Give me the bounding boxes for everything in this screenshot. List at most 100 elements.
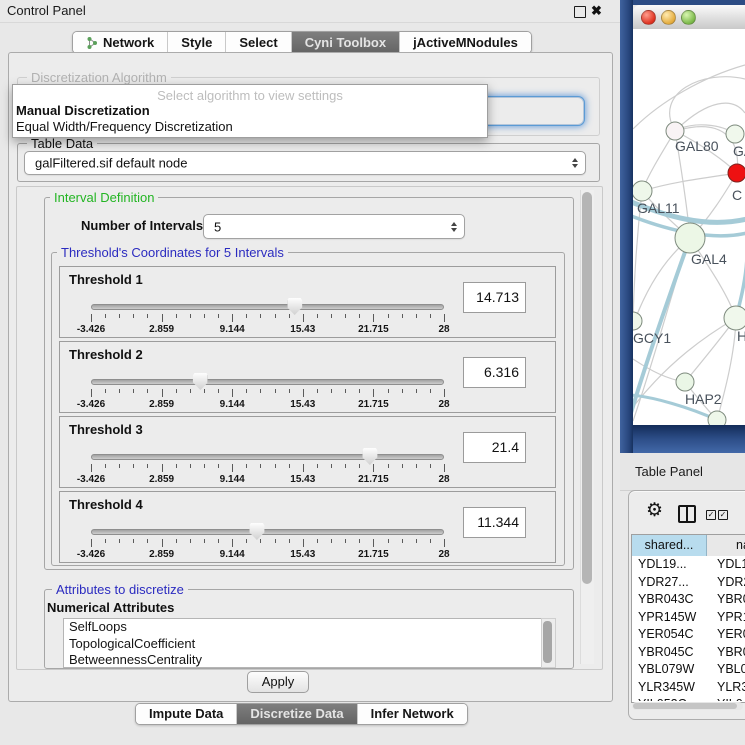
slider-track[interactable] [91, 454, 444, 460]
tab-label: Discretize Data [250, 704, 343, 724]
scrollbar-thumb[interactable] [633, 703, 737, 709]
table-row[interactable]: YIL052CYIL0 [632, 696, 745, 701]
list-scrollbar[interactable] [541, 618, 556, 668]
slider-tick-labels: -3.4262.8599.14415.4321.71528 [91, 474, 444, 486]
threshold-slider[interactable]: -3.4262.8599.14415.4321.71528 [91, 301, 444, 335]
threshold-value-field[interactable]: 14.713 [463, 282, 526, 313]
slider-tick [260, 389, 261, 393]
checkbox-icon[interactable]: ✓ [718, 510, 728, 520]
tab-infer-network[interactable]: Infer Network [358, 704, 467, 724]
slider-track[interactable] [91, 529, 444, 535]
slider-thumb[interactable] [193, 373, 208, 390]
table-row[interactable]: YPR145WYPR1 [632, 609, 745, 627]
slider-tick [119, 389, 120, 393]
slider-tick [388, 539, 389, 543]
slider-tick [176, 464, 177, 468]
numerical-attributes-list[interactable]: SelfLoopsTopologicalCoefficientBetweenne… [63, 618, 542, 668]
slider-tick-label: 15.43 [290, 324, 315, 335]
threshold-slider[interactable]: -3.4262.8599.14415.4321.71528 [91, 376, 444, 410]
scrollbar-thumb[interactable] [582, 192, 592, 584]
stepper-arrows-icon [572, 158, 578, 168]
slider-tick [430, 539, 431, 543]
slider-thumb[interactable] [287, 298, 302, 315]
tab-jactivemnodules[interactable]: jActiveMNodules [400, 32, 531, 53]
network-window-titlebar[interactable] [633, 5, 745, 30]
threshold-slider[interactable]: -3.4262.8599.14415.4321.71528 [91, 451, 444, 485]
slider-tick [204, 464, 205, 468]
slider-tick [373, 464, 374, 472]
slider-thumb[interactable] [362, 448, 377, 465]
network-view-canvas[interactable]: GAL80GACGAL11GAL4GCY1HHAP2 [633, 29, 745, 425]
table-data-combobox[interactable]: galFiltered.sif default node [24, 151, 586, 175]
network-node-gal4[interactable] [675, 223, 705, 253]
threshold-value-field[interactable]: 6.316 [463, 357, 526, 388]
threshold-slider[interactable]: -3.4262.8599.14415.4321.71528 [91, 526, 444, 560]
slider-track[interactable] [91, 304, 444, 310]
tab-network[interactable]: Network [73, 32, 168, 53]
slider-tick [303, 389, 304, 397]
table-row[interactable]: YBR043CYBR0 [632, 591, 745, 609]
network-node[interactable] [708, 411, 726, 425]
column-layout-icon[interactable] [678, 505, 696, 523]
network-node-label: GAL80 [675, 138, 719, 154]
table-row[interactable]: YDR27...YDR2 [632, 574, 745, 592]
tab-impute-data[interactable]: Impute Data [136, 704, 237, 724]
panel-scrollbar[interactable] [580, 190, 594, 664]
dropdown-item-equal-width-frequency[interactable]: Equal Width/Frequency Discretization [16, 119, 233, 134]
attribute-list-item[interactable]: BetweennessCentrality [64, 652, 541, 668]
network-node-c[interactable] [728, 164, 745, 182]
dropdown-item-manual-discretization[interactable]: Manual Discretization [16, 103, 150, 118]
slider-tick [444, 314, 445, 322]
network-node-gcy1[interactable] [633, 312, 642, 330]
network-node-h[interactable] [724, 306, 745, 330]
attribute-list-item[interactable]: TopologicalCoefficient [64, 636, 541, 653]
stepper-arrows-icon [451, 222, 457, 232]
column-header-name[interactable]: na [707, 535, 745, 556]
tab-cyni-toolbox[interactable]: Cyni Toolbox [292, 32, 400, 53]
slider-track[interactable] [91, 379, 444, 385]
slider-tick-label: 28 [438, 474, 449, 485]
close-traffic-light-icon[interactable] [641, 10, 656, 25]
zoom-traffic-light-icon[interactable] [681, 10, 696, 25]
network-node-hap2[interactable] [676, 373, 694, 391]
cyni-mode-tabs: Impute Data Discretize Data Infer Network [135, 703, 468, 725]
slider-tick [147, 464, 148, 468]
minimize-traffic-light-icon[interactable] [661, 10, 676, 25]
tab-discretize-data[interactable]: Discretize Data [237, 704, 357, 724]
scrollbar-thumb[interactable] [543, 621, 552, 663]
table-row[interactable]: YBR045CYBR0 [632, 644, 745, 662]
number-of-intervals-combobox[interactable]: 5 [203, 214, 465, 239]
attribute-list-item[interactable]: SelfLoops [64, 619, 541, 636]
slider-tick [317, 314, 318, 318]
table-row[interactable]: YBL079WYBL0 [632, 661, 745, 679]
tab-style[interactable]: Style [168, 32, 226, 53]
table-cell-name: YBL0 [706, 661, 745, 679]
tab-select[interactable]: Select [226, 32, 291, 53]
close-icon[interactable]: ✖ [591, 3, 602, 19]
float-window-icon[interactable] [574, 6, 586, 18]
slider-tick [317, 464, 318, 468]
slider-tick [91, 464, 92, 472]
slider-thumb[interactable] [249, 523, 264, 540]
table-row[interactable]: YER054CYER0 [632, 626, 745, 644]
threshold-value-field[interactable]: 11.344 [463, 507, 526, 538]
table-row[interactable]: YDL19...YDL1 [632, 556, 745, 574]
table-horizontal-scrollbar[interactable] [632, 702, 743, 710]
column-header-shared-name[interactable]: shared... [632, 535, 707, 556]
network-node-gal11[interactable] [633, 181, 652, 201]
table-cell-shared-name: YDL19... [632, 556, 706, 574]
threshold-value-field[interactable]: 21.4 [463, 432, 526, 463]
network-node-ga[interactable] [726, 125, 744, 143]
network-edge[interactable] [633, 238, 690, 325]
apply-button[interactable]: Apply [247, 671, 309, 693]
slider-tick-label: 15.43 [290, 549, 315, 560]
network-edge[interactable] [642, 173, 737, 191]
slider-tick [119, 464, 120, 468]
group-title: Threshold's Coordinates for 5 Intervals [57, 245, 288, 260]
gear-icon[interactable]: ⚙ [646, 501, 663, 520]
slider-tick [359, 314, 360, 318]
table-row[interactable]: YLR345WYLR3 [632, 679, 745, 697]
panel-title: Control Panel [7, 3, 86, 18]
checkbox-icon[interactable]: ✓ [706, 510, 716, 520]
network-icon [86, 36, 98, 50]
